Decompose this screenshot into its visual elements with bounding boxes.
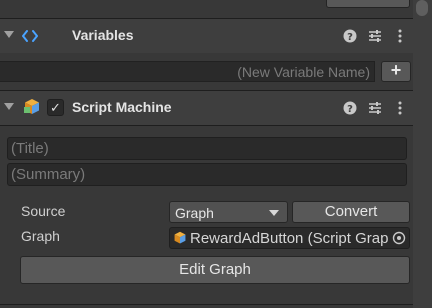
previous-component-button[interactable] (326, 0, 410, 8)
scrollbar-thumb[interactable] (416, 0, 428, 16)
variables-component-header[interactable]: Variables ? (0, 19, 413, 53)
script-graph-icon (173, 231, 187, 245)
source-label: Source (21, 203, 66, 219)
edit-graph-button[interactable]: Edit Graph (20, 256, 410, 284)
foldout-arrow-icon[interactable] (4, 31, 14, 38)
source-dropdown-value: Graph (175, 205, 214, 221)
previous-component-strip (0, 0, 432, 18)
summary-input[interactable]: (Summary) (7, 163, 407, 186)
convert-button[interactable]: Convert (292, 201, 410, 223)
target-picker-icon[interactable] (389, 228, 409, 248)
svg-text:?: ? (347, 32, 353, 43)
script-machine-component-header[interactable]: ✓ Script Machine ? (0, 91, 413, 125)
divider (0, 125, 413, 126)
enabled-checkbox[interactable]: ✓ (47, 99, 64, 116)
chevron-down-icon (269, 210, 279, 216)
divider (0, 304, 413, 305)
new-variable-row: (New Variable Name) + (0, 58, 413, 86)
help-icon[interactable]: ? (342, 100, 358, 116)
component-title: Script Machine (72, 99, 172, 115)
inspector-scrollbar[interactable] (413, 0, 432, 308)
sliders-icon[interactable] (367, 100, 383, 116)
foldout-arrow-icon[interactable] (4, 103, 14, 110)
component-title: Variables (72, 27, 134, 43)
source-dropdown[interactable]: Graph (169, 201, 288, 223)
kebab-menu-icon[interactable] (392, 100, 408, 116)
new-variable-name-input[interactable]: (New Variable Name) (0, 61, 375, 82)
help-icon[interactable]: ? (342, 28, 358, 44)
add-variable-button[interactable]: + (381, 61, 411, 82)
graph-label: Graph (21, 228, 60, 244)
sliders-icon[interactable] (367, 28, 383, 44)
graph-object-field[interactable]: RewardAdButton (Script Graph Asset) (169, 227, 410, 249)
kebab-menu-icon[interactable] (392, 28, 408, 44)
script-graph-icon (23, 98, 41, 116)
graph-object-value: RewardAdButton (Script Graph Asset) (190, 230, 409, 247)
title-input[interactable]: (Title) (7, 137, 407, 160)
svg-text:?: ? (347, 104, 353, 115)
code-brackets-icon (22, 28, 38, 44)
